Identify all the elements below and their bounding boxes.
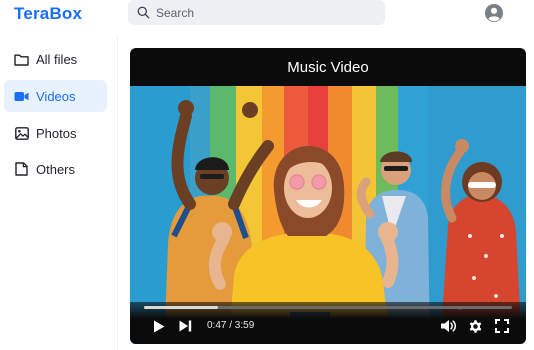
fullscreen-icon [495,319,509,333]
volume-button[interactable] [440,318,457,334]
time-display: 0:47 / 3:59 [207,320,255,331]
play-button[interactable] [152,319,166,333]
terabox-logo[interactable]: TeraBox [14,4,82,24]
folder-icon [14,52,29,67]
fullscreen-button[interactable] [494,318,510,334]
sidebar-divider [117,36,118,350]
account-icon[interactable] [485,4,503,22]
next-icon [179,320,191,332]
top-bar: TeraBox Search [0,0,534,28]
progress-bar[interactable] [144,306,512,309]
video-player[interactable]: Music Video 0:47 / 3:59 [130,48,526,344]
play-icon [154,320,165,332]
search-bar[interactable]: Search [128,0,385,25]
settings-icon [469,319,481,333]
sidebar-item-label: Videos [36,88,76,104]
volume-icon [441,320,457,332]
sidebar-item-label: All files [36,51,78,67]
image-icon [14,126,29,141]
sidebar-item-all-files[interactable]: All files [4,43,107,75]
sidebar-item-label: Photos [36,125,77,141]
sidebar-item-photos[interactable]: Photos [4,117,107,149]
sidebar-item-label: Others [36,161,76,177]
next-button[interactable] [178,319,192,333]
sidebar-item-others[interactable]: Others [4,153,107,185]
progress-bar-fill [144,306,218,309]
settings-button[interactable] [467,318,483,334]
search-placeholder: Search [156,5,195,20]
sidebar-item-videos[interactable]: Videos [4,80,107,112]
search-icon [137,6,150,19]
video-title: Music Video [287,58,369,76]
video-camera-icon [14,89,29,104]
document-icon [14,162,29,177]
